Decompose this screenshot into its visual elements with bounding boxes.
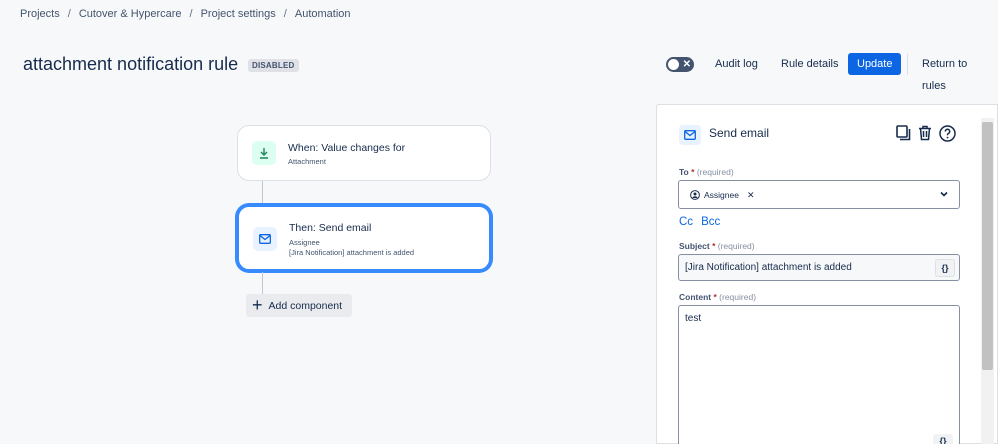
action-title: Then: Send email <box>289 222 372 234</box>
bcc-link[interactable]: Bcc <box>701 216 720 228</box>
subject-label: Subject * (required) <box>679 241 755 251</box>
recipient-chip: Assignee ✕ <box>687 187 758 203</box>
rule-details-button[interactable]: Rule details <box>775 53 844 75</box>
cc-bcc-links: Cc Bcc <box>679 216 720 228</box>
smart-value-button[interactable]: {} <box>935 259 955 277</box>
cc-link[interactable]: Cc <box>679 216 693 228</box>
panel-scrollbar[interactable] <box>981 118 994 444</box>
to-field[interactable]: Assignee ✕ <box>678 180 960 209</box>
action-node[interactable]: Then: Send email Assignee [Jira Notifica… <box>237 205 491 271</box>
trigger-title: When: Value changes for <box>288 142 406 154</box>
audit-log-button[interactable]: Audit log <box>709 53 764 75</box>
help-icon[interactable] <box>938 123 956 143</box>
rule-enable-toggle[interactable]: ✕ <box>666 57 694 72</box>
user-avatar-icon <box>690 190 700 200</box>
plus-icon: + <box>252 294 263 315</box>
trash-icon[interactable] <box>916 123 934 143</box>
copy-icon[interactable] <box>894 123 912 143</box>
connector-line <box>262 181 263 205</box>
toggle-knob <box>668 59 679 70</box>
page-title: attachment notification rule <box>23 54 239 74</box>
action-subtitle-recipient: Assignee <box>289 238 320 247</box>
status-badge: DISABLED <box>248 59 299 72</box>
subject-input[interactable]: [Jira Notification] attachment is added … <box>678 254 960 281</box>
return-to-rules-button[interactable]: Return to rules <box>916 53 998 92</box>
subject-value: [Jira Notification] attachment is added <box>685 262 852 273</box>
panel-title: Send email <box>709 126 770 140</box>
content-value: test <box>685 313 702 324</box>
add-component-label: Add component <box>268 299 343 312</box>
update-button[interactable]: Update <box>848 53 902 75</box>
trigger-node[interactable]: When: Value changes for Attachment <box>237 125 491 181</box>
download-arrow-icon <box>252 141 276 165</box>
content-label: Content * (required) <box>679 292 757 302</box>
add-component-button[interactable]: + Add component <box>246 294 352 317</box>
mail-icon <box>679 125 701 145</box>
recipient-chip-label: Assignee <box>704 190 739 200</box>
breadcrumb-project-settings[interactable]: Project settings <box>201 8 276 20</box>
breadcrumb: Projects / Cutover & Hypercare / Project… <box>20 8 351 20</box>
remove-chip-icon[interactable]: ✕ <box>747 190 755 201</box>
breadcrumb-project[interactable]: Cutover & Hypercare <box>79 8 182 20</box>
chevron-down-icon[interactable] <box>939 189 949 199</box>
to-label: To * (required) <box>679 167 734 177</box>
trigger-subtitle: Attachment <box>288 157 326 166</box>
connector-line <box>262 272 263 294</box>
close-icon: ✕ <box>682 59 691 70</box>
component-config-panel: Send email To * (required) Assignee ✕ Cc… <box>656 104 998 444</box>
content-textarea[interactable]: test {} <box>678 305 960 444</box>
breadcrumb-projects[interactable]: Projects <box>20 8 60 20</box>
mail-icon <box>253 227 277 251</box>
toolbar-divider <box>907 54 908 75</box>
scrollbar-thumb[interactable] <box>982 122 993 370</box>
smart-value-button[interactable]: {} <box>933 434 953 444</box>
breadcrumb-automation[interactable]: Automation <box>295 8 351 20</box>
action-subtitle-subject: [Jira Notification] attachment is added <box>289 248 415 257</box>
